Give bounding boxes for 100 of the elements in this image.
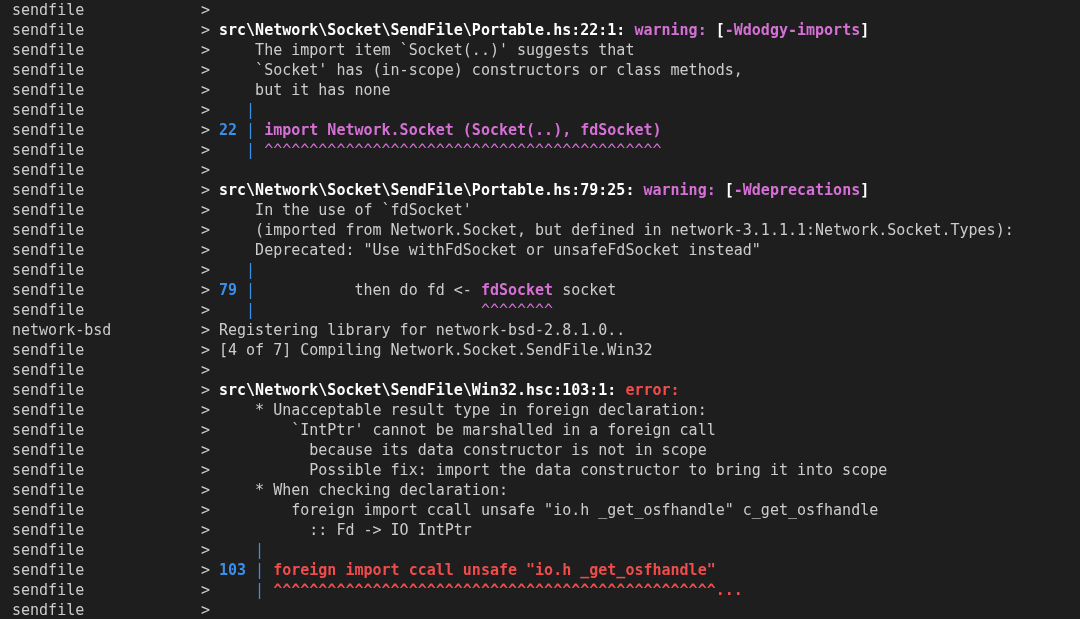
gutter-separator-text: |: [245, 140, 256, 160]
output-text: * When checking declaration:: [254, 480, 508, 500]
source-label: sendfile: [12, 60, 85, 80]
source-label: sendfile: [12, 340, 85, 360]
prompt-marker: >: [201, 360, 211, 380]
prompt-marker: >: [201, 140, 211, 160]
prompt-marker: >: [201, 40, 211, 60]
source-label: sendfile: [12, 240, 85, 260]
output-text: then do fd <-: [353, 280, 473, 300]
source-label: sendfile: [12, 500, 85, 520]
source-label: sendfile: [12, 0, 85, 20]
output-text: Registering library for network-bsd-2.8.1.0..: [219, 320, 626, 340]
caret-underline: ^^^^^^^^^^^^^^^^^^^^^^^^^^^^^^^^^^^^^^^^^^^^: [263, 140, 662, 160]
prompt-marker: >: [201, 0, 211, 20]
warning-label: warning:: [633, 20, 707, 40]
source-label: network-bsd: [12, 320, 112, 340]
prompt-marker: >: [201, 340, 211, 360]
source-label: sendfile: [12, 220, 85, 240]
output-text: * Unacceptable result type in foreign declaration:: [254, 400, 707, 420]
line-number: 22: [219, 120, 238, 140]
output-text: `IntPtr' cannot be marshalled in a foreign call: [290, 420, 716, 440]
output-text: foreign import ccall unsafe "io.h _get_osfhandle" c_get_osfhandle: [290, 500, 879, 520]
prompt-marker: >: [201, 440, 211, 460]
gutter-separator-text: |: [245, 280, 256, 300]
output-text: because its data constructor is not in scope: [308, 440, 707, 460]
file-path: src\Network\Socket\SendFile\Win32.hsc:103:1:: [219, 380, 617, 400]
error-label: error:: [624, 380, 680, 400]
code-snippet: import Network.Socket (Socket(..), fdSocket): [263, 120, 662, 140]
error-code-snippet: foreign import ccall unsafe "io.h _get_osfhandle": [272, 560, 716, 580]
prompt-marker: >: [201, 380, 211, 400]
prompt-marker: >: [201, 500, 211, 520]
source-label: sendfile: [12, 140, 85, 160]
source-label: sendfile: [12, 460, 85, 480]
source-label: sendfile: [12, 560, 85, 580]
output-text: `Socket' has (in-scope) constructors or class methods,: [254, 60, 743, 80]
error-code-snippet: ^^^^^^^^^^^^^^^^^^^^^^^^^^^^^^^^^^^^^^^^^^^^^^^^^...: [272, 580, 743, 600]
prompt-marker: >: [201, 400, 211, 420]
prompt-marker: >: [201, 320, 211, 340]
source-label: sendfile: [12, 100, 85, 120]
line-number: 79: [219, 280, 238, 300]
bracket-text: ]: [860, 180, 870, 200]
prompt-marker: >: [201, 60, 211, 80]
source-label: sendfile: [12, 20, 85, 40]
source-label: sendfile: [12, 180, 85, 200]
output-text: socket: [561, 280, 617, 300]
gutter-separator-text: |: [254, 580, 265, 600]
source-label: sendfile: [12, 40, 85, 60]
prompt-marker: >: [201, 80, 211, 100]
prompt-marker: >: [201, 180, 211, 200]
prompt-marker: >: [201, 20, 211, 40]
prompt-marker: >: [201, 280, 211, 300]
source-label: sendfile: [12, 380, 85, 400]
prompt-marker: >: [201, 420, 211, 440]
gutter-separator-text: |: [254, 540, 265, 560]
prompt-marker: >: [201, 100, 211, 120]
code-snippet: fdSocket: [480, 280, 554, 300]
prompt-marker: >: [201, 560, 211, 580]
prompt-marker: >: [201, 220, 211, 240]
warning-label: -Wdodgy-imports: [724, 20, 861, 40]
source-label: sendfile: [12, 280, 85, 300]
source-label: sendfile: [12, 400, 85, 420]
output-text: In the use of `fdSocket': [254, 200, 472, 220]
source-label: sendfile: [12, 440, 85, 460]
source-label: sendfile: [12, 420, 85, 440]
prompt-marker: >: [201, 160, 211, 180]
output-text: The import item `Socket(..)' suggests that: [254, 40, 635, 60]
prompt-marker: >: [201, 300, 211, 320]
source-label: sendfile: [12, 480, 85, 500]
source-label: sendfile: [12, 80, 85, 100]
line-number: 103: [219, 560, 247, 580]
prompt-marker: >: [201, 540, 211, 560]
gutter-separator-text: |: [254, 560, 265, 580]
source-label: sendfile: [12, 200, 85, 220]
source-label: sendfile: [12, 600, 85, 619]
source-label: sendfile: [12, 540, 85, 560]
source-label: sendfile: [12, 160, 85, 180]
warning-label: warning:: [642, 180, 716, 200]
prompt-marker: >: [201, 240, 211, 260]
output-text: [4 of 7] Compiling Network.Socket.SendFile.Win32: [219, 340, 653, 360]
prompt-marker: >: [201, 200, 211, 220]
prompt-marker: >: [201, 580, 211, 600]
output-text: (imported from Network.Socket, but defined in network-3.1.1.1:Network.Socket.Types):: [254, 220, 1014, 240]
bracket-text: [: [714, 20, 725, 40]
file-path: src\Network\Socket\SendFile\Portable.hs:22:1:: [219, 20, 626, 40]
source-label: sendfile: [12, 260, 85, 280]
prompt-marker: >: [201, 480, 211, 500]
bracket-text: ]: [860, 20, 870, 40]
prompt-marker: >: [201, 520, 211, 540]
output-text: Possible fix: import the data constructor to bring it into scope: [308, 460, 888, 480]
prompt-marker: >: [201, 260, 211, 280]
gutter-separator-text: |: [245, 120, 256, 140]
prompt-marker: >: [201, 460, 211, 480]
file-path: src\Network\Socket\SendFile\Portable.hs:79:25:: [219, 180, 635, 200]
source-label: sendfile: [12, 120, 85, 140]
warning-label: -Wdeprecations: [733, 180, 861, 200]
source-label: sendfile: [12, 360, 85, 380]
caret-underline: ^^^^^^^^: [479, 300, 554, 320]
gutter-separator-text: |: [245, 260, 256, 280]
gutter-separator-text: |: [245, 300, 256, 320]
prompt-marker: >: [201, 120, 211, 140]
